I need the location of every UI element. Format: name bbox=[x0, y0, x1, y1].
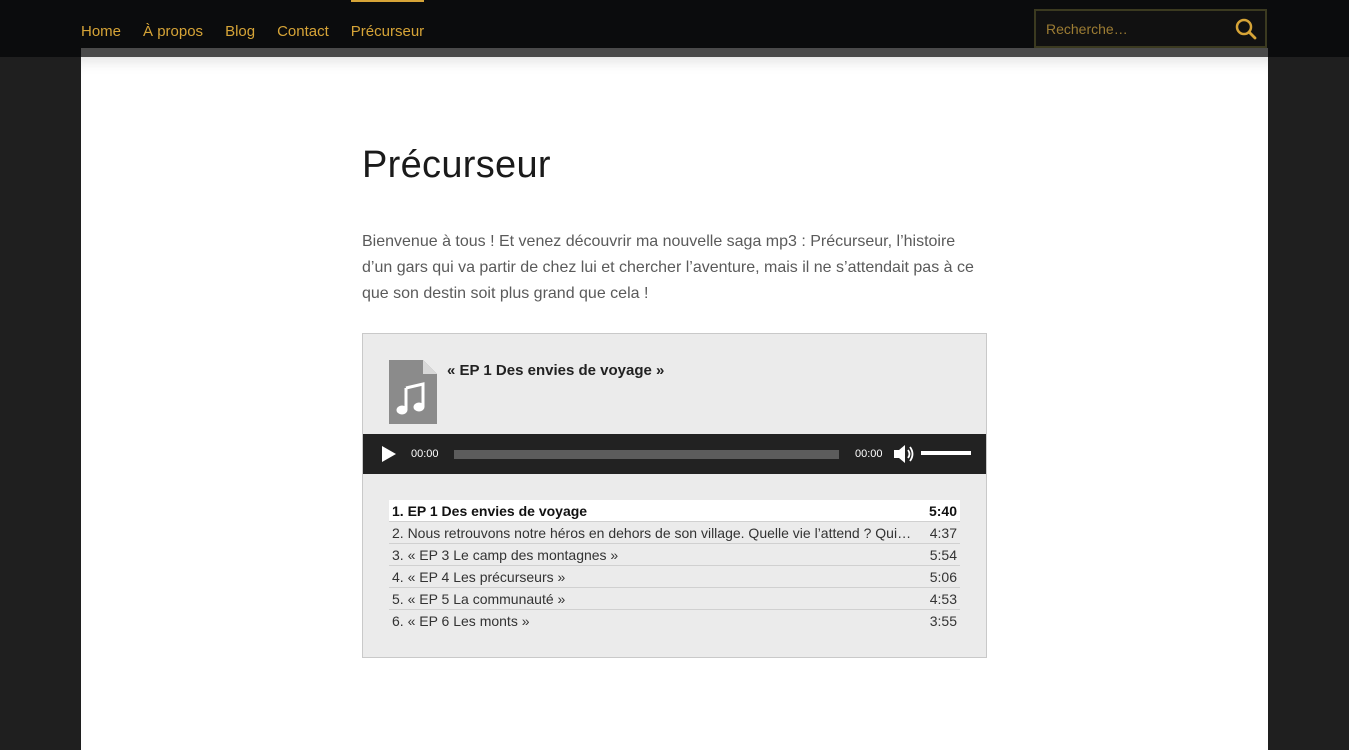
page-title: Précurseur bbox=[362, 144, 551, 186]
search-button[interactable] bbox=[1227, 11, 1265, 46]
search-form bbox=[1034, 9, 1267, 48]
volume-slider[interactable] bbox=[921, 451, 971, 455]
intro-paragraph: Bienvenue à tous ! Et venez découvrir ma… bbox=[362, 233, 974, 302]
track-duration: 4:53 bbox=[929, 590, 957, 607]
duration-time: 00:00 bbox=[855, 448, 883, 460]
track-duration: 3:55 bbox=[929, 613, 957, 629]
track-duration: 5:06 bbox=[929, 568, 957, 585]
search-input[interactable] bbox=[1036, 11, 1227, 46]
track-item[interactable]: 2. Nous retrouvons notre héros en dehors… bbox=[389, 522, 960, 544]
current-time: 00:00 bbox=[411, 448, 439, 460]
nav-a-propos[interactable]: À propos bbox=[143, 0, 203, 48]
track-title: 5. « EP 5 La communauté » bbox=[392, 590, 566, 607]
audio-playlist: « EP 1 Des envies de voyage » 00:00 00:0… bbox=[362, 333, 987, 658]
header-divider bbox=[81, 48, 1268, 57]
nav-home[interactable]: Home bbox=[81, 0, 121, 48]
track-duration: 4:37 bbox=[929, 524, 957, 541]
track-item[interactable]: 6. « EP 6 Les monts » 3:55 bbox=[389, 610, 960, 632]
play-icon bbox=[382, 446, 396, 462]
audio-player-controls: 00:00 00:00 bbox=[363, 434, 986, 474]
right-background bbox=[1268, 57, 1349, 750]
track-item[interactable]: 4. « EP 4 Les précurseurs » 5:06 bbox=[389, 566, 960, 588]
track-list: 1. EP 1 Des envies de voyage 5:40 2. Nou… bbox=[389, 500, 960, 632]
search-icon bbox=[1235, 18, 1257, 39]
volume-icon bbox=[894, 445, 914, 463]
track-title: 3. « EP 3 Le camp des montagnes » bbox=[392, 546, 619, 563]
track-item[interactable]: 5. « EP 5 La communauté » 4:53 bbox=[389, 588, 960, 610]
current-track-title: « EP 1 Des envies de voyage » bbox=[447, 362, 665, 379]
nav-blog[interactable]: Blog bbox=[225, 0, 255, 48]
track-item[interactable]: 3. « EP 3 Le camp des montagnes » 5:54 bbox=[389, 544, 960, 566]
track-title: 4. « EP 4 Les précurseurs » bbox=[392, 568, 566, 585]
page-content: Précurseur Bienvenue à tous ! Et venez d… bbox=[81, 57, 1268, 750]
track-item[interactable]: 1. EP 1 Des envies de voyage 5:40 bbox=[389, 500, 960, 522]
track-title: 1. EP 1 Des envies de voyage bbox=[392, 502, 588, 519]
mute-button[interactable] bbox=[893, 444, 915, 469]
track-duration: 5:54 bbox=[929, 546, 957, 563]
audio-file-icon bbox=[389, 360, 437, 424]
main-nav: Home À propos Blog Contact Précurseur bbox=[81, 0, 446, 48]
nav-precurseur[interactable]: Précurseur bbox=[350, 0, 425, 48]
progress-bar[interactable] bbox=[454, 450, 839, 459]
track-duration: 5:40 bbox=[928, 502, 957, 519]
track-title: 6. « EP 6 Les monts » bbox=[392, 613, 530, 629]
track-title: 2. Nous retrouvons notre héros en dehors… bbox=[392, 524, 912, 541]
left-background bbox=[0, 57, 81, 750]
play-button[interactable] bbox=[381, 445, 397, 468]
nav-contact[interactable]: Contact bbox=[277, 0, 329, 48]
